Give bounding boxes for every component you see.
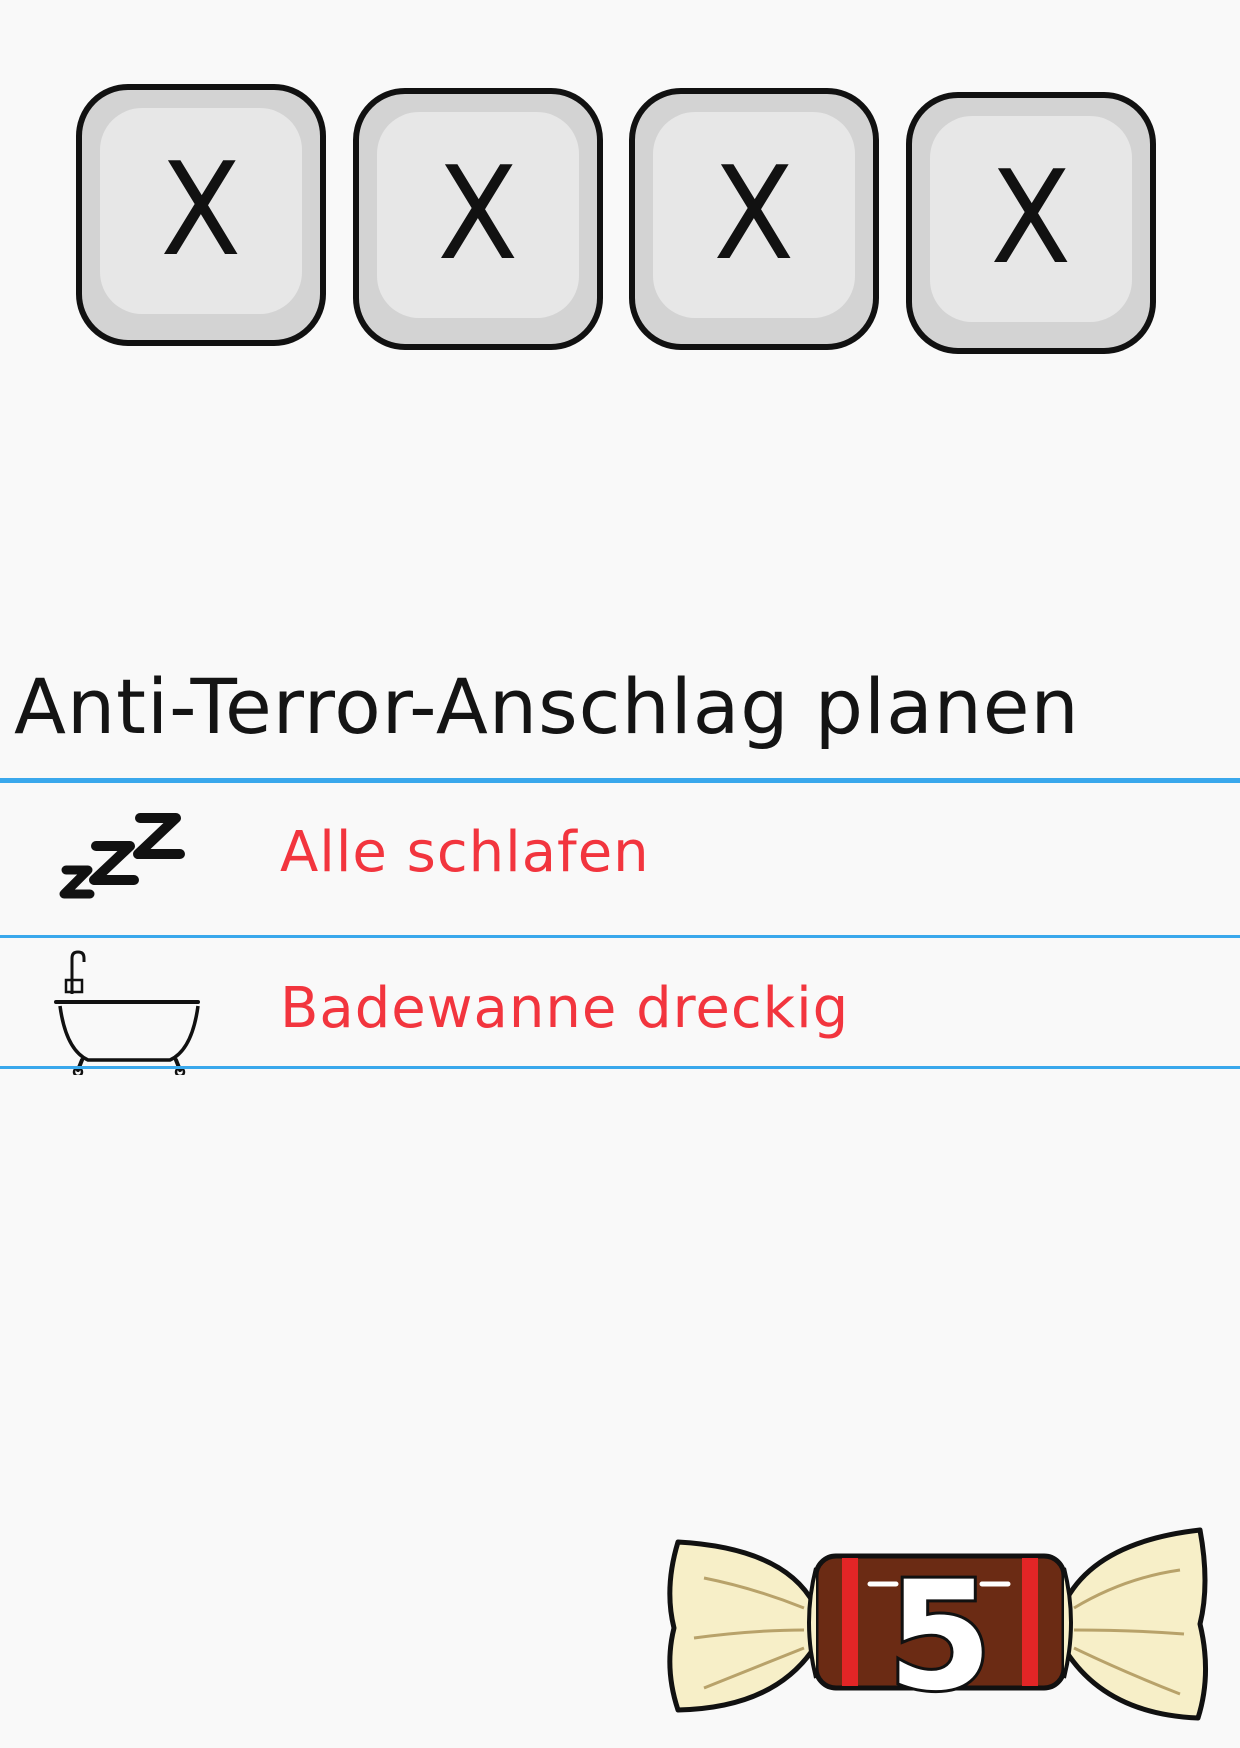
list-item: Alle schlafen (0, 784, 1240, 924)
key-letter: X (990, 144, 1072, 293)
candy-wrapper-left (667, 1539, 817, 1713)
key-row: X X X X (0, 0, 1240, 380)
key-tile: X (629, 88, 879, 350)
candy-value-badge: 5 (664, 1518, 1214, 1728)
key-tile: X (76, 84, 326, 346)
divider-line (0, 778, 1240, 783)
list-item: Badewanne dreckig (0, 940, 1240, 1080)
key-face: X (100, 108, 302, 314)
list-item-text: Badewanne dreckig (280, 976, 850, 1041)
key-tile: X (353, 88, 603, 350)
key-face: X (930, 116, 1132, 322)
divider-line (0, 935, 1240, 938)
key-letter: X (437, 140, 519, 289)
candy-wrapper-right (1061, 1527, 1208, 1721)
candy-value: 5 (888, 1550, 992, 1724)
key-letter: X (160, 136, 242, 285)
key-letter: X (713, 140, 795, 289)
key-face: X (653, 112, 855, 318)
card-title: Anti-Terror-Anschlag planen (14, 662, 1080, 751)
bathtub-icon (52, 950, 212, 1078)
list-item-text: Alle schlafen (280, 820, 650, 885)
divider-line (0, 1066, 1240, 1069)
sleep-zzz-icon (52, 794, 212, 914)
key-face: X (377, 112, 579, 318)
key-tile: X (906, 92, 1156, 354)
